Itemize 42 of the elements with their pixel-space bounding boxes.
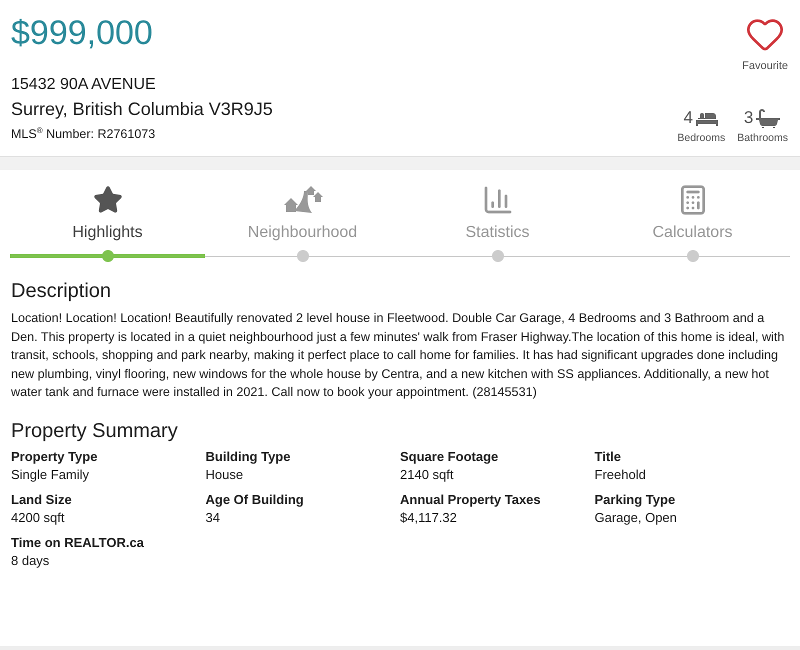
feature-label: Bedrooms [677, 132, 726, 144]
summary-value: 8 days [11, 552, 50, 568]
summary-label: Time on REALTOR.ca [11, 534, 145, 550]
tab[interactable]: Calculators [595, 180, 790, 262]
tab[interactable]: Statistics [400, 180, 595, 262]
description-text: Location! Location! Location! Beautifully renovated 2 level house in Fleetwood. Double Car Garage, 4 Bedrooms and 3 Bathroom and a Den. This property is located in a quiet neighbourhood just a few minutes' walk from Fraser Highway.The location of this home is ideal, with transit, schools, shopping and park nearby, making it perfect place to call home for families. It has had significant upgrades done including new plumbing, vinyl flooring, new windows for the whole house by Centra, and a new kitchen with SS appliances. Additionally, a new hot water tank and furnace were installed in 2021. Call now to book your appointment. (28145531) [11, 310, 786, 402]
feature-count: 4 [684, 108, 694, 128]
step-dot [492, 250, 504, 262]
summary-label: Building Type [206, 448, 292, 464]
summary-value: $4,117.32 [400, 510, 458, 525]
star-icon [92, 185, 122, 215]
mls-number: MLS$^{®}$ Number: R2761073 [11, 126, 156, 142]
summary-label: Parking Type [594, 492, 676, 507]
summary-label: Square Footage [400, 448, 500, 464]
summary-label: Annual Property Taxes [400, 492, 542, 507]
summary-value: Garage, Open [594, 510, 678, 525]
summary-value: House [206, 466, 244, 482]
feature-count: 3 [744, 108, 754, 128]
summary-value: 34 [206, 510, 221, 525]
summary-label: Age Of Building [206, 492, 305, 507]
step-dot [686, 250, 698, 262]
section-heading: Property Summary [11, 420, 179, 443]
bar-chart-icon [482, 184, 514, 216]
summary-label: Property Type [11, 448, 98, 464]
summary-value: 4200 sqft [11, 510, 66, 525]
houses-icon [282, 185, 324, 215]
bathtub-icon [755, 108, 782, 128]
tab[interactable]: Highlights [10, 180, 205, 262]
step-dot [102, 250, 114, 262]
tab[interactable]: Neighbourhood [205, 180, 400, 262]
listing-price: $999,000 [11, 14, 154, 53]
section-heading: Description [11, 280, 112, 303]
summary-value: Single Family [11, 466, 90, 482]
summary-label: Title [594, 448, 622, 464]
feature-label: Bathrooms [737, 132, 788, 144]
favourite-button[interactable]: Favourite [742, 14, 788, 72]
step-dot [296, 250, 308, 262]
summary-value: 2140 sqft [400, 466, 454, 482]
summary-label: Land Size [11, 492, 73, 507]
street-address: 15432 90A AVENUE [11, 75, 157, 95]
city-address: Surrey, British Columbia V3R9J5 [11, 98, 273, 121]
summary-value: Freehold [594, 466, 647, 482]
